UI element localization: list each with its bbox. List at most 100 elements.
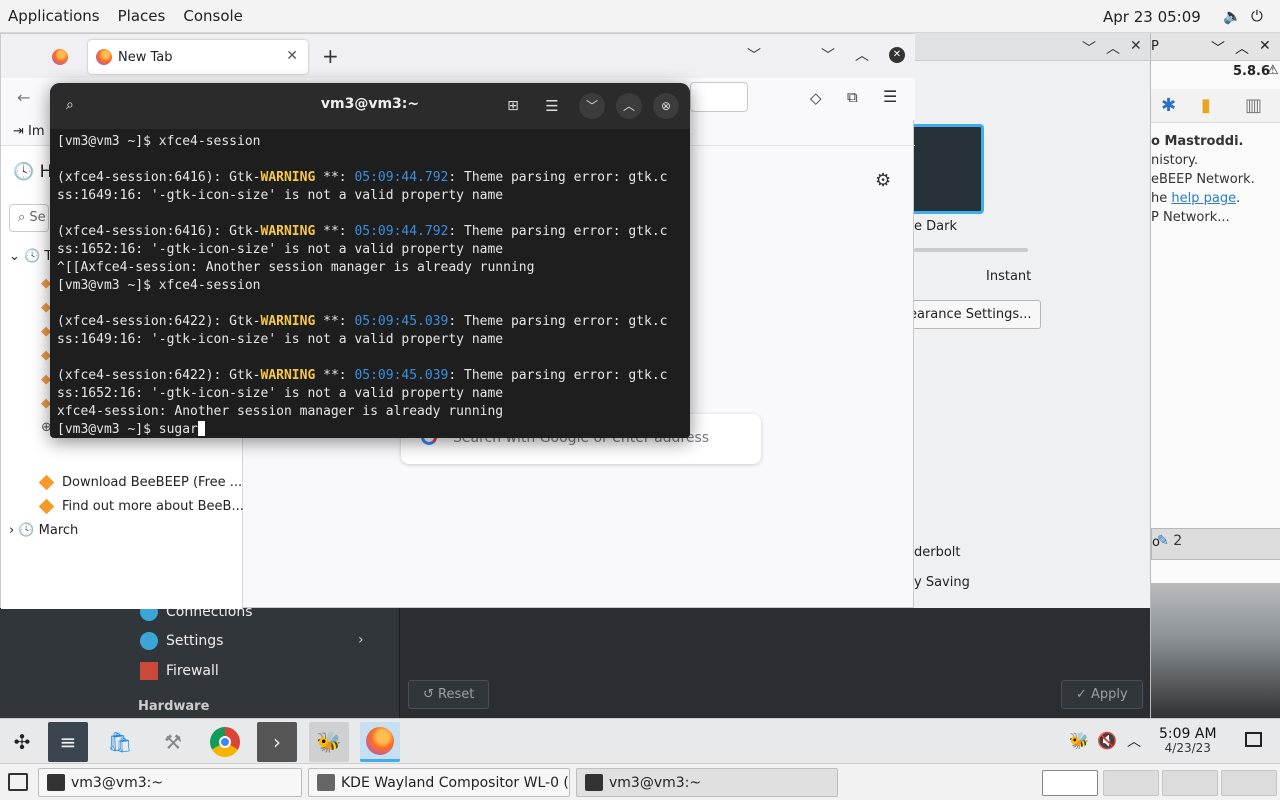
top-panel: Applications Places Console Apr 23 05:09… xyxy=(0,0,1280,33)
import-bookmarks-link[interactable]: ⇥ Im xyxy=(13,124,45,139)
terminal-text: (xfce4-session:6416): Gtk- xyxy=(57,170,261,185)
close-icon[interactable]: ⊗ xyxy=(653,93,679,119)
workspace-4[interactable] xyxy=(1221,770,1277,796)
reset-button[interactable]: ↺ Reset xyxy=(408,680,490,709)
volume-muted-icon[interactable]: 🔇 xyxy=(1097,731,1117,750)
workspace-2[interactable] xyxy=(1103,770,1159,796)
url-bar[interactable] xyxy=(690,82,748,112)
terminal-line: [vm3@vm3 ~]$ sugar xyxy=(57,421,687,438)
text-cursor xyxy=(197,421,205,436)
close-icon[interactable]: ✕ xyxy=(889,47,905,63)
settings-sidebar: Connections Settings › Firewall Hardware xyxy=(0,603,400,723)
animation-speed-slider[interactable] xyxy=(914,248,1028,252)
chrome-icon[interactable] xyxy=(205,722,245,762)
terminal-icon xyxy=(585,774,603,791)
terminal-line: [vm3@vm3 ~]$ xfce4-session xyxy=(57,133,687,151)
terminal-window[interactable]: ⌕ vm3@vm3:~ ⊞ ☰ ﹀ ︿ ⊗ [vm3@vm3 ~]$ xfce4… xyxy=(50,83,690,438)
history-search-input[interactable]: ⌕ Se xyxy=(9,204,49,232)
beebeep-icon[interactable]: 🐝 xyxy=(309,722,349,762)
chevron-up-icon[interactable]: ︿ xyxy=(1127,731,1141,751)
beebeep-window: P ﹀ ︿ ✕ 5.8.6 ⚠ ✱ ▮ ▥ o Mastroddi. nisto… xyxy=(1150,33,1280,723)
close-icon[interactable]: ✕ xyxy=(1130,38,1142,54)
workspace-1[interactable] xyxy=(1042,770,1098,796)
terminal-icon[interactable]: › xyxy=(257,722,297,762)
taskbar-clock[interactable]: 5:09 AM 4/23/23 xyxy=(1159,727,1217,755)
top-clock[interactable]: Apr 23 05:09 xyxy=(1103,8,1201,26)
pocket-icon[interactable]: ◇ xyxy=(810,89,822,107)
history-item[interactable]: Download BeeBEEP (Free ... xyxy=(38,474,243,491)
sidebar-item-firewall[interactable]: Firewall xyxy=(140,662,219,680)
history-group-march[interactable]: › 🕓 March xyxy=(9,523,78,538)
app-launcher-icon[interactable]: ✣ xyxy=(2,722,42,762)
gear-icon[interactable]: ⚙ xyxy=(875,170,891,191)
firefox-icon[interactable] xyxy=(360,722,400,762)
terminal-line: ss:1649:16: '-gtk-icon-size' is not a va… xyxy=(57,187,687,205)
window-button-terminal-2[interactable]: vm3@vm3:~ xyxy=(576,768,838,797)
sidebar-item-settings[interactable]: Settings xyxy=(140,632,223,650)
places-menu[interactable]: Places xyxy=(118,7,184,25)
firefox-view-icon[interactable] xyxy=(52,49,68,65)
chevron-down-icon[interactable]: ﹀ xyxy=(1211,38,1225,58)
tab-new-tab[interactable]: New Tab ✕ xyxy=(88,40,308,74)
window-button-terminal-1[interactable]: vm3@vm3:~ xyxy=(38,768,302,797)
list-tabs-icon[interactable]: ﹀ xyxy=(747,45,761,65)
menu-icon[interactable]: ☰ xyxy=(883,87,897,106)
terminal-line: ss:1652:16: '-gtk-icon-size' is not a va… xyxy=(57,241,687,259)
folder-icon[interactable]: ▮ xyxy=(1201,95,1211,116)
beebeep-tray-icon[interactable]: 🐝 xyxy=(1069,731,1089,750)
chevron-up-icon[interactable]: ︿ xyxy=(1235,38,1249,58)
show-desktop-icon[interactable] xyxy=(1245,732,1262,747)
timestamp: 05:09:44.792 xyxy=(354,224,449,239)
minimize-icon[interactable]: ﹀ xyxy=(579,93,605,119)
window-list-panel: vm3@vm3:~ KDE Wayland Compositor WL-0 (w… xyxy=(0,763,1280,800)
terminal-line: (xfce4-session:6416): Gtk-WARNING **: 05… xyxy=(57,169,687,187)
workspace-3[interactable] xyxy=(1162,770,1218,796)
settings-tool-icon[interactable]: ⚒ xyxy=(153,722,193,762)
history-item[interactable]: Find out more about BeeB... xyxy=(38,498,244,515)
apply-button[interactable]: ✓ Apply xyxy=(1061,680,1143,709)
show-desktop-icon[interactable] xyxy=(8,773,28,791)
help-page-link[interactable]: help page xyxy=(1171,191,1236,206)
user-icon: ✎ xyxy=(1157,533,1169,549)
beebeep-titlebar: P ﹀ ︿ ✕ xyxy=(1151,33,1280,61)
new-tab-icon[interactable]: ⊞ xyxy=(500,93,526,119)
warning-label: WARNING xyxy=(260,314,316,329)
chevron-up-icon[interactable]: ︿ xyxy=(1106,38,1120,58)
beebeep-title: P xyxy=(1151,39,1159,54)
theme-preview-thumbnail[interactable] xyxy=(914,124,984,214)
discover-store-icon[interactable]: 🛍 xyxy=(100,722,140,762)
chevron-right-icon: › xyxy=(358,632,364,648)
window-button-label: vm3@vm3:~ xyxy=(609,774,702,791)
minimize-icon[interactable]: ﹀ xyxy=(821,45,835,65)
terminal-text: ss:1649:16: '-gtk-icon-size' is not a va… xyxy=(57,332,504,347)
applications-menu[interactable]: Applications xyxy=(0,7,118,25)
back-arrow-icon[interactable]: ← xyxy=(17,88,30,107)
new-tab-icon[interactable]: + xyxy=(322,44,339,68)
terminal-text: **: xyxy=(315,314,355,329)
firefox-icon xyxy=(96,49,112,65)
power-icon[interactable]: ⏻ xyxy=(1251,7,1263,25)
tools-icon[interactable]: ✱ xyxy=(1161,95,1176,116)
maximize-icon[interactable]: ︿ xyxy=(616,93,642,119)
chevron-down-icon[interactable]: ﹀ xyxy=(1082,38,1096,58)
maximize-icon[interactable]: ︿ xyxy=(855,45,869,65)
close-tab-icon[interactable]: ✕ xyxy=(286,48,298,64)
extensions-icon[interactable]: ⧉ xyxy=(847,88,858,106)
system-settings-icon[interactable]: ≡ xyxy=(48,722,88,762)
close-icon[interactable]: ✕ xyxy=(1259,38,1271,54)
history-group-today[interactable]: ⌄ 🕓 T xyxy=(9,249,52,264)
appearance-settings-button[interactable]: earance Settings... xyxy=(900,300,1041,329)
volume-icon[interactable]: 🔈 xyxy=(1223,7,1242,25)
console-menu[interactable]: Console xyxy=(183,7,261,25)
beebeep-text-line4: he help page. xyxy=(1151,191,1240,206)
history-item-label: Download BeeBEEP (Free ... xyxy=(62,475,243,490)
terminal-text: [vm3@vm3 ~]$ sugar xyxy=(57,422,198,437)
globe-icon xyxy=(140,632,158,650)
menu-icon[interactable]: ☰ xyxy=(539,93,565,119)
trash-icon[interactable]: ▥ xyxy=(1245,95,1262,116)
terminal-output[interactable]: [vm3@vm3 ~]$ xfce4-session (xfce4-sessio… xyxy=(57,133,687,438)
window-button-kde-compositor[interactable]: KDE Wayland Compositor WL-0 (w... xyxy=(308,768,570,797)
warning-label: WARNING xyxy=(260,170,316,185)
